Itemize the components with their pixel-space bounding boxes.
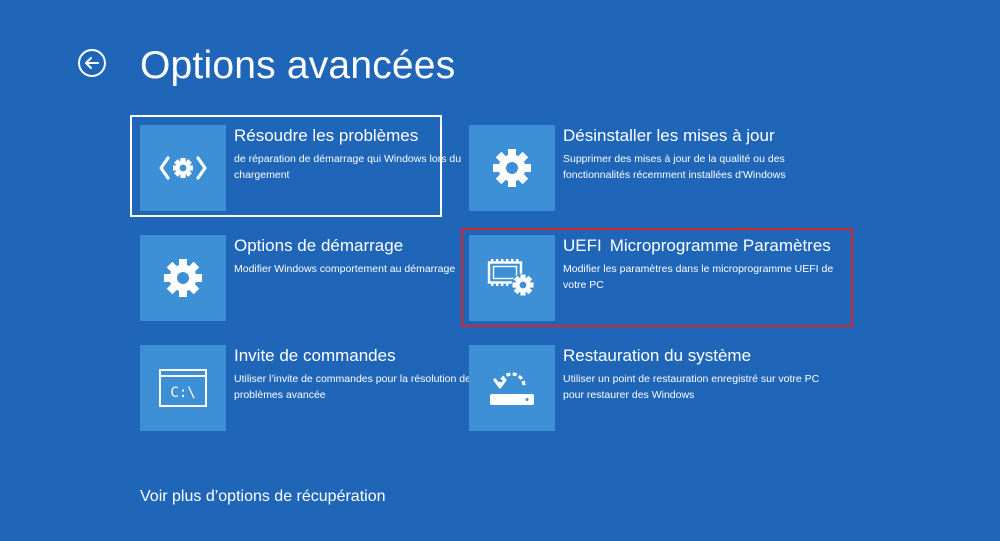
option-description: Modifier les paramètres dans le micropro…: [563, 263, 834, 291]
more-recovery-options-link[interactable]: Voir plus d’options de récupération: [140, 486, 386, 508]
option-troubleshoot[interactable]: Résoudre les problèmes de réparation de …: [140, 125, 461, 211]
option-tile: C:\: [140, 345, 226, 431]
command-prompt-icon: C:\: [159, 369, 207, 407]
option-title: Restauration du système: [563, 346, 752, 365]
option-title: UEFI Microprogramme Paramètres: [563, 235, 831, 257]
option-tile: [140, 235, 226, 321]
option-description: Utiliser un point de restauration enregi…: [563, 373, 820, 401]
option-tile: [140, 125, 226, 211]
option-startup-settings[interactable]: Options de démarrage Modifier Windows co…: [140, 235, 455, 321]
option-tile: [469, 345, 555, 431]
option-tile: [469, 125, 555, 211]
option-description: de réparation de démarrage qui Windows l…: [234, 153, 462, 181]
back-arrow-icon: [78, 49, 106, 77]
option-description: Supprimer des mises à jour de la qualité…: [563, 153, 786, 181]
gear-icon: [493, 149, 531, 187]
page-title: Options avancées: [140, 44, 456, 87]
system-restore-icon: [490, 372, 534, 405]
option-uefi-firmware-settings[interactable]: UEFI Microprogramme Paramètres Modifier …: [469, 235, 833, 321]
option-title: Résoudre les problèmes: [234, 126, 419, 145]
option-title-main: Microprogramme Paramètres: [609, 236, 831, 255]
option-title: Options de démarrage: [234, 236, 404, 255]
back-button[interactable]: [77, 48, 107, 78]
option-command-prompt[interactable]: C:\ Invite de commandes Utiliser l’invit…: [140, 345, 476, 431]
option-tile: [469, 235, 555, 321]
option-title: Invite de commandes: [234, 346, 396, 365]
option-description: Utiliser l’invite de commandes pour la r…: [234, 373, 477, 401]
option-system-restore[interactable]: Restauration du système Utiliser un poin…: [469, 345, 819, 431]
command-prompt-text: C:\: [170, 385, 195, 401]
uefi-prefix: UEFI: [563, 236, 602, 255]
code-gear-icon: [159, 156, 207, 180]
gear-icon: [164, 259, 202, 297]
option-title: Désinstaller les mises à jour: [563, 126, 775, 145]
chip-gear-icon: [487, 259, 535, 297]
option-uninstall-updates[interactable]: Désinstaller les mises à jour Supprimer …: [469, 125, 786, 211]
